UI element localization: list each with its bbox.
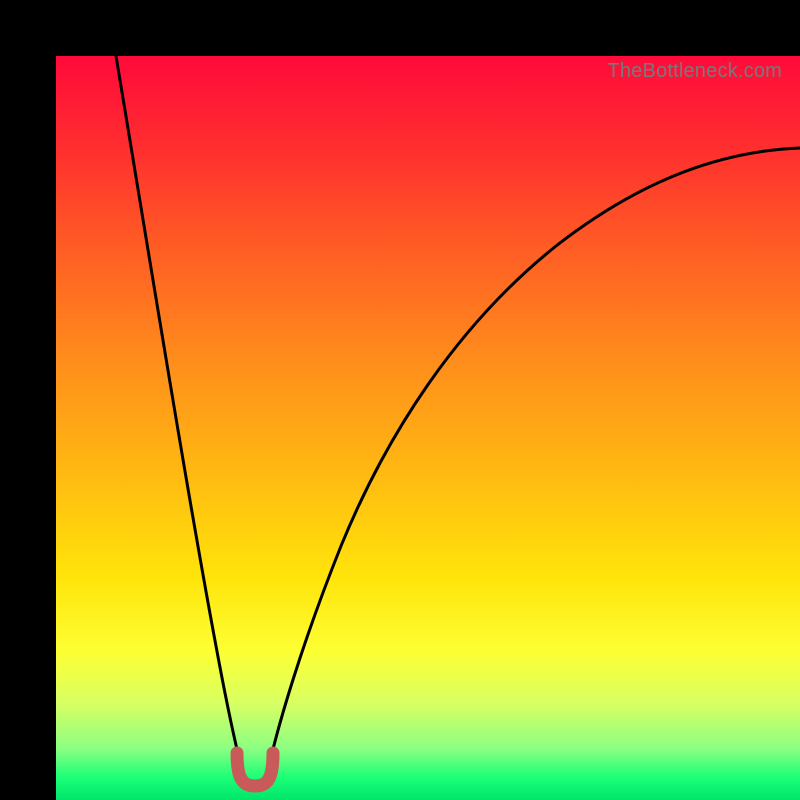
- bottleneck-curve-right: [269, 148, 800, 766]
- curve-layer: [56, 56, 800, 800]
- chart-frame: TheBottleneck.com: [0, 0, 800, 800]
- minimum-marker: [237, 753, 273, 786]
- bottleneck-curve-left: [116, 56, 241, 766]
- plot-area: TheBottleneck.com: [56, 56, 800, 800]
